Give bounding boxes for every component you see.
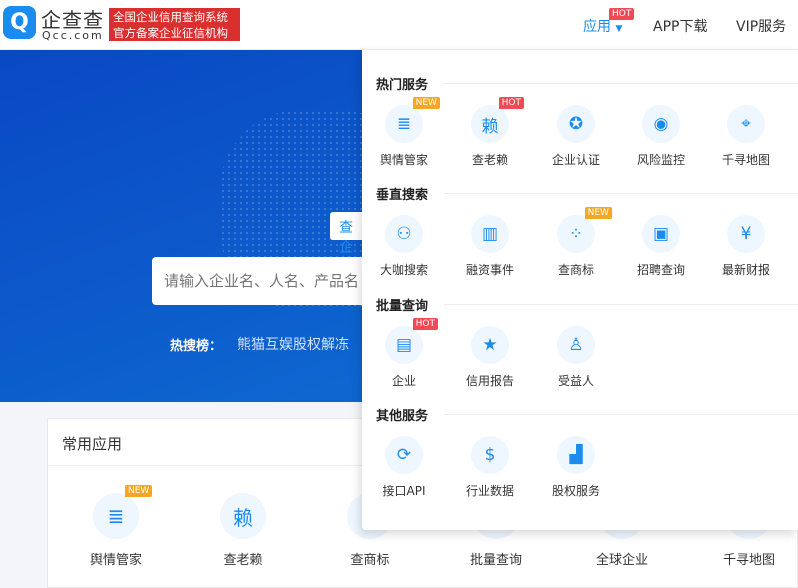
new-badge: NEW (412, 97, 440, 109)
nav-vip[interactable]: VIP服务 (736, 16, 786, 36)
app-item-label: 股权服务 (551, 484, 600, 498)
debtor-icon: 赖 (471, 105, 509, 143)
yen-report-icon: ¥ (727, 215, 765, 253)
top-header: Q 企查查 Qcc.com 全国企业信用查询系统 官方备案企业征信机构 应用 ▼… (0, 0, 798, 50)
app-item-label: 行业数据 (465, 484, 514, 498)
beneficiary-icon: ♙ (557, 326, 595, 364)
hot-search-item[interactable]: 熊猫互娱股权解冻 (237, 334, 349, 354)
slogan-badge: 全国企业信用查询系统 官方备案企业征信机构 (109, 8, 240, 41)
app-item-label: 融资事件 (465, 263, 514, 277)
app-item-label: 最新财报 (721, 263, 770, 277)
app-item-credit-report[interactable]: ★ 信用报告 (447, 326, 533, 389)
app-item-label: 查老赖 (471, 153, 508, 167)
industry-data-icon: $ (471, 436, 509, 474)
app-item-radar[interactable]: ◉ 风险监控 (618, 105, 704, 168)
app-item-label: 查商标 (350, 553, 390, 568)
app-item-label: 信用报告 (465, 374, 514, 388)
apps-dropdown-panel: 热门服务 ≣ NEW 舆情管家赖 HOT 查老赖 ✪ 企业认证 ◉ 风险监控 ⌖ 千寻地图 垂直搜索 ⚇ 大… (362, 50, 798, 530)
app-item-debtor[interactable]: 赖 HOT 查老赖 (447, 97, 533, 168)
slogan-line: 官方备案企业征信机构 (113, 26, 228, 40)
app-item-beneficiary[interactable]: ♙ 受益人 (533, 326, 619, 389)
certificate-icon: ✪ (557, 105, 595, 143)
hot-badge: HOT (498, 97, 524, 109)
building-plus-icon: ▥ (471, 215, 509, 253)
app-item-label: 全球企业 (595, 553, 648, 568)
app-item-label: 企业认证 (551, 153, 600, 167)
api-icon: ⟳ (385, 436, 423, 474)
hot-badge: HOT (609, 8, 635, 20)
new-badge: NEW (125, 485, 153, 497)
new-badge: NEW (584, 207, 612, 219)
app-item-label: 招聘查询 (636, 263, 685, 277)
nav-apps-label: 应用 (583, 19, 611, 35)
app-item-label: 舆情管家 (379, 153, 428, 167)
section-title: 批量查询 (376, 299, 429, 314)
app-item-yen-report[interactable]: ¥ 最新财报 (703, 215, 789, 278)
section-divider (444, 414, 798, 415)
qcc-logo-icon[interactable]: Q (3, 6, 36, 39)
app-item-news[interactable]: ≣ NEW 舆情管家 (71, 485, 161, 568)
nav-apps[interactable]: 应用 ▼ HOT (583, 8, 635, 36)
enterprise-icon: ▤ (385, 326, 423, 364)
radar-icon: ◉ (642, 105, 680, 143)
news-icon: ≣ (93, 493, 139, 539)
caret-down-icon: ▼ (615, 24, 623, 34)
equity-icon: ▟ (557, 436, 595, 474)
app-item-certificate[interactable]: ✪ 企业认证 (533, 105, 619, 168)
app-item-people[interactable]: ⚇ 大咖搜索 (361, 215, 447, 278)
hot-search-label: 热搜榜： (170, 339, 223, 354)
section-divider (444, 83, 798, 84)
map-pin-icon: ⌖ (727, 105, 765, 143)
app-item-building-plus[interactable]: ▥ 融资事件 (447, 215, 533, 278)
debtor-icon: 赖 (220, 493, 266, 539)
section-title: 其他服务 (376, 409, 429, 424)
app-item-label: 舆情管家 (89, 553, 142, 568)
app-item-label: 千寻地图 (721, 153, 770, 167)
logo-domain: Qcc.com (42, 29, 104, 42)
search-input[interactable] (152, 257, 372, 305)
app-item-label: 大咖搜索 (379, 263, 428, 277)
people-icon: ⚇ (385, 215, 423, 253)
card-title: 常用应用 (62, 435, 123, 453)
app-item-debtor[interactable]: 赖查老赖 (198, 493, 288, 568)
app-item-label: 企业 (391, 374, 416, 388)
section-divider (444, 304, 798, 305)
briefcase-icon: ▣ (642, 215, 680, 253)
section-divider (444, 193, 798, 194)
app-item-label: 接口API (382, 484, 426, 498)
app-item-label: 受益人 (557, 374, 594, 388)
app-item-map-pin[interactable]: ⌖ 千寻地图 (703, 105, 789, 168)
trademark-icon: ⁘ (557, 215, 595, 253)
news-icon: ≣ (385, 105, 423, 143)
app-item-news[interactable]: ≣ NEW 舆情管家 (361, 97, 447, 168)
app-item-label: 批量查询 (469, 553, 522, 568)
credit-report-icon: ★ (471, 326, 509, 364)
app-item-briefcase[interactable]: ▣ 招聘查询 (618, 215, 704, 278)
section-title: 热门服务 (376, 78, 429, 93)
section-title: 垂直搜索 (376, 188, 429, 203)
hot-badge: HOT (412, 318, 438, 330)
app-item-label: 查商标 (557, 263, 594, 277)
app-item-label: 千寻地图 (722, 553, 775, 568)
app-item-equity[interactable]: ▟ 股权服务 (533, 436, 619, 499)
nav-app-download[interactable]: APP下载 (653, 16, 707, 36)
app-item-industry-data[interactable]: $ 行业数据 (447, 436, 533, 499)
app-item-label: 查老赖 (223, 553, 263, 568)
app-item-enterprise[interactable]: ▤ HOT 企业 (361, 318, 447, 389)
app-item-trademark[interactable]: ⁘ NEW 查商标 (533, 207, 619, 278)
app-item-api[interactable]: ⟳ 接口API (361, 436, 447, 499)
app-item-label: 风险监控 (636, 153, 685, 167)
slogan-line: 全国企业信用查询系统 (113, 10, 228, 24)
